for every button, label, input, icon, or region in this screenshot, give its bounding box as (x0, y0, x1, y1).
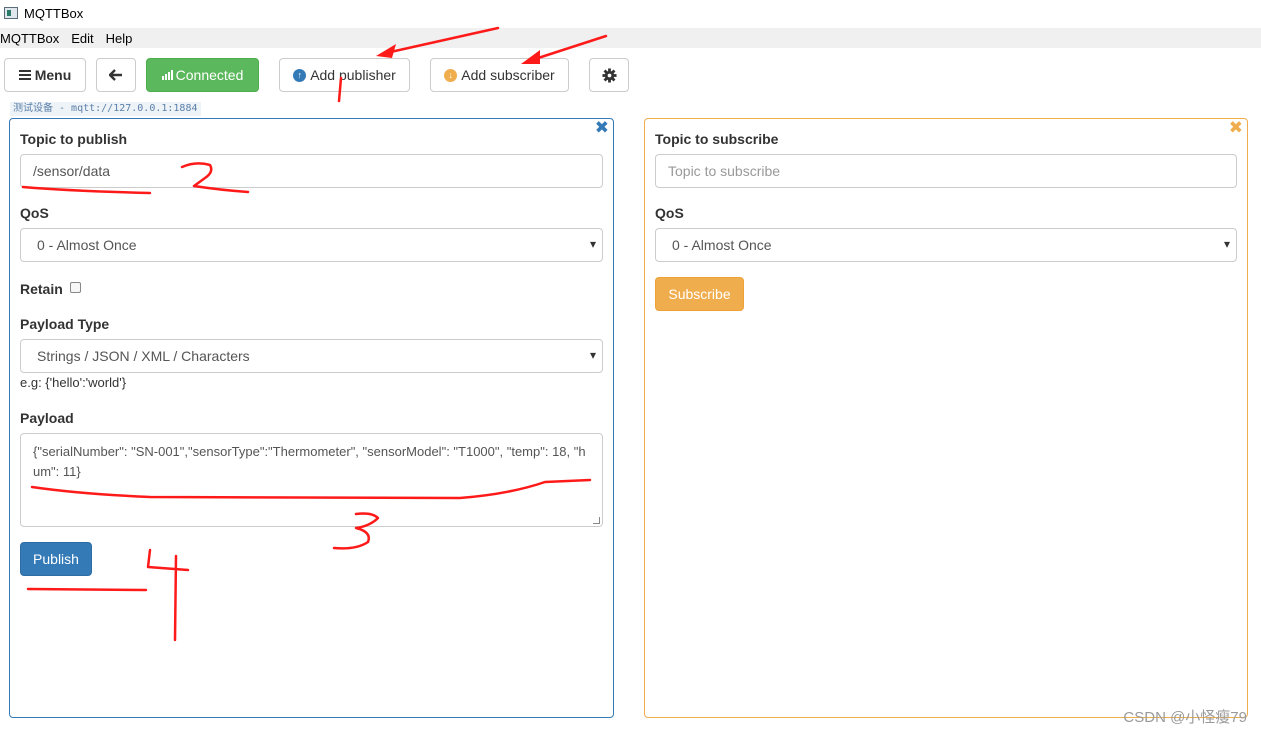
menu-button[interactable]: Menu (4, 58, 86, 92)
back-button[interactable] (96, 58, 136, 92)
watermark: CSDN @小怪瘦79 (1123, 709, 1247, 726)
toolbar: Menu Connected ↑ Add publisher ↓ Add sub… (0, 56, 1261, 92)
payload-textarea[interactable]: {"serialNumber": "SN-001","sensorType":"… (20, 433, 603, 527)
settings-button[interactable] (589, 58, 629, 92)
connected-button[interactable]: Connected (146, 58, 259, 92)
payload-type-select[interactable]: Strings / JSON / XML / Characters (20, 339, 603, 373)
retain-checkbox[interactable] (70, 282, 81, 293)
close-icon[interactable]: ✖ (1229, 119, 1243, 136)
qos-select[interactable]: 0 - Almost Once (655, 228, 1237, 262)
arrow-left-icon (109, 69, 122, 81)
menu-item-edit[interactable]: Edit (71, 31, 93, 46)
payload-label: Payload (20, 410, 74, 426)
connection-label: 测试设备 - mqtt://127.0.0.1:1884 (10, 102, 201, 116)
qos-label: QoS (20, 205, 49, 221)
app-icon (4, 7, 18, 19)
topic-to-subscribe-label: Topic to subscribe (655, 131, 779, 147)
close-icon[interactable]: ✖ (595, 119, 609, 136)
arrow-circle-down-icon: ↓ (444, 68, 458, 82)
payload-text: {"serialNumber": "SN-001","sensorType":"… (33, 444, 586, 479)
hamburger-icon (18, 70, 31, 80)
window-title: MQTTBox (24, 5, 84, 21)
resize-grip[interactable] (593, 517, 600, 524)
connected-label: Connected (175, 67, 244, 83)
menu-button-label: Menu (34, 67, 72, 83)
title-bar: MQTTBox (0, 0, 1261, 26)
payload-hint: e.g: {'hello':'world'} (20, 375, 127, 390)
menu-item-help[interactable]: Help (106, 31, 133, 46)
topic-publish-input[interactable]: /sensor/data (20, 154, 603, 188)
publisher-panel: ✖ Topic to publish /sensor/data QoS 0 - … (9, 118, 614, 718)
arrow-circle-up-icon: ↑ (293, 68, 307, 82)
menu-bar: MQTTBox Edit Help (0, 28, 1261, 48)
add-subscriber-button[interactable]: ↓ Add subscriber (430, 58, 569, 92)
add-publisher-button[interactable]: ↑ Add publisher (279, 58, 410, 92)
payload-type-label: Payload Type (20, 316, 110, 332)
gear-icon (601, 67, 617, 83)
retain-label: Retain (20, 281, 63, 297)
menu-item-mqttbox[interactable]: MQTTBox (0, 31, 59, 46)
topic-to-publish-label: Topic to publish (20, 131, 128, 147)
subscribe-button[interactable]: Subscribe (655, 277, 744, 311)
subscriber-panel: ✖ Topic to subscribe Topic to subscribe … (644, 118, 1248, 718)
topic-subscribe-input[interactable]: Topic to subscribe (655, 154, 1237, 188)
qos-label: QoS (655, 205, 684, 221)
signal-icon (161, 70, 173, 80)
publish-button[interactable]: Publish (20, 542, 92, 576)
qos-select[interactable]: 0 - Almost Once (20, 228, 603, 262)
add-publisher-label: Add publisher (310, 67, 396, 83)
add-subscriber-label: Add subscriber (461, 67, 555, 83)
